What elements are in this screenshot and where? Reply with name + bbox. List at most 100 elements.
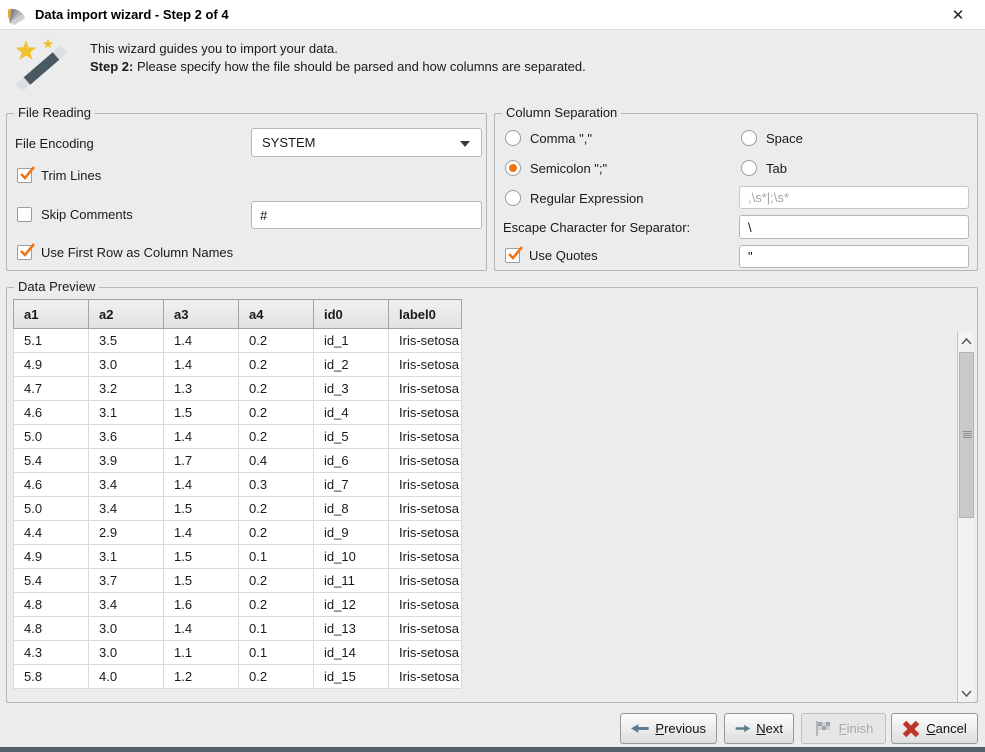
table-cell: 5.0 [14, 497, 89, 521]
radio-unselected-icon [505, 190, 521, 206]
table-cell: 3.4 [89, 593, 164, 617]
table-header-cell[interactable]: a2 [89, 300, 164, 329]
table-cell: Iris-setosa [389, 521, 462, 545]
table-row[interactable]: 4.83.41.60.2id_12Iris-setosa [14, 593, 462, 617]
table-row[interactable]: 5.13.51.40.2id_1Iris-setosa [14, 329, 462, 353]
escape-character-input[interactable] [739, 215, 969, 239]
finish-button[interactable]: Finish [801, 713, 886, 744]
file-encoding-select[interactable]: SYSTEM [251, 128, 482, 157]
table-cell: 3.0 [89, 617, 164, 641]
table-cell: 3.4 [89, 497, 164, 521]
table-cell: 0.2 [239, 401, 314, 425]
cancel-button[interactable]: Cancel [891, 713, 978, 744]
scroll-down-icon[interactable] [958, 684, 975, 702]
table-cell: Iris-setosa [389, 617, 462, 641]
tab-radio[interactable]: Tab [741, 160, 787, 176]
table-header-cell[interactable]: a1 [14, 300, 89, 329]
table-cell: 4.9 [14, 545, 89, 569]
table-cell: 0.2 [239, 329, 314, 353]
magic-wand-icon [10, 35, 74, 93]
table-cell: 4.4 [14, 521, 89, 545]
checkbox-unchecked-icon [17, 207, 32, 222]
comma-radio[interactable]: Comma "," [505, 130, 592, 146]
previous-button[interactable]: Previous [620, 713, 717, 744]
file-encoding-value: SYSTEM [262, 135, 315, 150]
table-cell: Iris-setosa [389, 593, 462, 617]
table-cell: Iris-setosa [389, 401, 462, 425]
table-cell: 3.1 [89, 401, 164, 425]
next-button[interactable]: Next [724, 713, 794, 744]
checkbox-checked-icon [17, 245, 32, 260]
table-cell: 0.2 [239, 497, 314, 521]
column-separation-group: Column Separation Comma "," Space Semico… [494, 113, 978, 271]
table-cell: 4.7 [14, 377, 89, 401]
quote-character-input[interactable] [739, 245, 969, 268]
use-quotes-checkbox[interactable]: Use Quotes [505, 248, 598, 263]
table-row[interactable]: 4.42.91.40.2id_9Iris-setosa [14, 521, 462, 545]
table-cell: Iris-setosa [389, 665, 462, 689]
table-row[interactable]: 5.03.61.40.2id_5Iris-setosa [14, 425, 462, 449]
trim-lines-checkbox[interactable]: Trim Lines [17, 168, 101, 183]
table-header-cell[interactable]: label0 [389, 300, 462, 329]
table-row[interactable]: 4.93.01.40.2id_2Iris-setosa [14, 353, 462, 377]
table-cell: id_4 [314, 401, 389, 425]
regex-label: Regular Expression [530, 191, 643, 206]
table-header-cell[interactable]: a3 [164, 300, 239, 329]
table-cell: 1.4 [164, 521, 239, 545]
scroll-up-icon[interactable] [958, 332, 975, 350]
arrow-right-icon [735, 722, 750, 735]
banner-line1: This wizard guides you to import your da… [90, 40, 586, 58]
checkered-flag-icon [814, 720, 833, 737]
table-cell: 5.0 [14, 425, 89, 449]
table-row[interactable]: 5.43.91.70.4id_6Iris-setosa [14, 449, 462, 473]
banner-line2: Step 2: Please specify how the file shou… [90, 58, 586, 76]
table-cell: id_6 [314, 449, 389, 473]
regex-input[interactable] [739, 186, 969, 209]
table-cell: 1.4 [164, 329, 239, 353]
table-cell: id_1 [314, 329, 389, 353]
close-icon[interactable]: ✕ [943, 3, 973, 27]
first-row-column-names-checkbox[interactable]: Use First Row as Column Names [17, 245, 233, 260]
semicolon-radio[interactable]: Semicolon ";" [505, 160, 607, 176]
table-header-cell[interactable]: a4 [239, 300, 314, 329]
table-row[interactable]: 4.73.21.30.2id_3Iris-setosa [14, 377, 462, 401]
trim-lines-label: Trim Lines [41, 168, 101, 183]
wizard-banner: This wizard guides you to import your da… [0, 31, 985, 97]
table-cell: 1.4 [164, 473, 239, 497]
table-row[interactable]: 4.83.01.40.1id_13Iris-setosa [14, 617, 462, 641]
table-row[interactable]: 4.63.41.40.3id_7Iris-setosa [14, 473, 462, 497]
table-cell: 1.4 [164, 425, 239, 449]
file-reading-group: File Reading File Encoding SYSTEM Trim L… [6, 113, 487, 271]
table-header-row: a1a2a3a4id0label0 [14, 300, 462, 329]
table-row[interactable]: 4.93.11.50.1id_10Iris-setosa [14, 545, 462, 569]
table-row[interactable]: 5.84.01.20.2id_15Iris-setosa [14, 665, 462, 689]
table-row[interactable]: 4.33.01.10.1id_14Iris-setosa [14, 641, 462, 665]
skip-comments-input[interactable] [251, 201, 482, 229]
table-cell: id_12 [314, 593, 389, 617]
table-header-cell[interactable]: id0 [314, 300, 389, 329]
table-cell: 5.4 [14, 569, 89, 593]
radio-unselected-icon [505, 130, 521, 146]
space-radio[interactable]: Space [741, 130, 803, 146]
vertical-scrollbar[interactable] [957, 332, 974, 702]
table-cell: 4.8 [14, 593, 89, 617]
table-cell: Iris-setosa [389, 353, 462, 377]
table-cell: 3.6 [89, 425, 164, 449]
table-cell: id_14 [314, 641, 389, 665]
skip-comments-checkbox[interactable]: Skip Comments [17, 207, 133, 222]
table-row[interactable]: 4.63.11.50.2id_4Iris-setosa [14, 401, 462, 425]
table-row[interactable]: 5.03.41.50.2id_8Iris-setosa [14, 497, 462, 521]
table-cell: id_10 [314, 545, 389, 569]
table-cell: 1.5 [164, 569, 239, 593]
table-row[interactable]: 5.43.71.50.2id_11Iris-setosa [14, 569, 462, 593]
table-cell: 3.1 [89, 545, 164, 569]
table-cell: 3.5 [89, 329, 164, 353]
radio-selected-icon [505, 160, 521, 176]
regex-radio[interactable]: Regular Expression [505, 190, 643, 206]
first-row-column-names-label: Use First Row as Column Names [41, 245, 233, 260]
step-label: Step 2: [90, 59, 133, 74]
table-cell: 1.5 [164, 401, 239, 425]
skip-comments-label: Skip Comments [41, 207, 133, 222]
scrollbar-thumb[interactable] [959, 352, 974, 518]
next-label: Next [756, 721, 783, 736]
